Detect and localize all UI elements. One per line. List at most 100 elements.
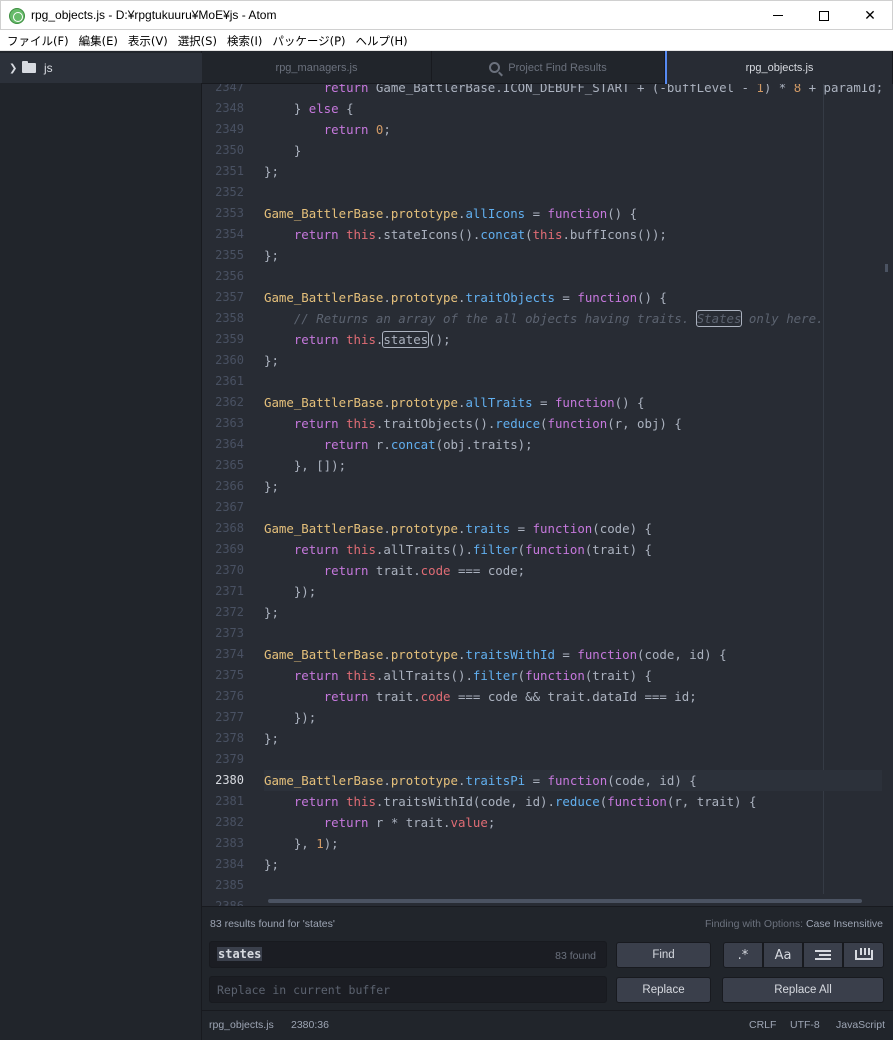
close-button[interactable]: ✕ (847, 1, 893, 30)
code-line[interactable]: 2356 (202, 266, 893, 287)
tab-rpg-objects[interactable]: rpg_objects.js (665, 51, 893, 84)
code-line[interactable]: 2357 Game_BattlerBase.prototype.traitObje… (202, 287, 893, 308)
find-input[interactable]: states 83 found (209, 941, 607, 968)
code-line[interactable]: 2349 return 0; (202, 119, 893, 140)
in-selection-toggle[interactable] (803, 942, 843, 968)
code-line[interactable]: 2367 (202, 497, 893, 518)
code-token: function (547, 773, 608, 788)
code-line[interactable]: 2378}; (202, 728, 893, 749)
code-line[interactable]: 2363 return this.traitObjects().reduce(f… (202, 413, 893, 434)
code-line[interactable]: 2371 }); (202, 581, 893, 602)
code-line[interactable]: 2348 } else { (202, 98, 893, 119)
code-line[interactable]: 2350 } (202, 140, 893, 161)
line-number: 2367 (215, 500, 244, 514)
menu-selection[interactable]: 選択(S) (173, 30, 222, 50)
code-line[interactable]: 2379 (202, 749, 893, 770)
code-line[interactable]: 2361 (202, 371, 893, 392)
status-cursor-position[interactable]: 2380:36 (291, 1019, 329, 1031)
status-line-ending[interactable]: CRLF (749, 1019, 776, 1031)
menu-packages[interactable]: パッケージ(P) (267, 30, 350, 50)
folder-icon (22, 61, 36, 73)
code-line[interactable]: 2382 return r * trait.value; (202, 812, 893, 833)
code-token: () { (614, 395, 645, 410)
tree-root-folder[interactable]: ❯ js (0, 53, 202, 83)
code-line[interactable]: 2352 (202, 182, 893, 203)
menu-view[interactable]: 表示(V) (123, 30, 173, 50)
code-line[interactable]: 2377 }); (202, 707, 893, 728)
code-line[interactable]: 2362 Game_BattlerBase.prototype.allTraits… (202, 392, 893, 413)
regex-toggle[interactable]: .* (723, 942, 763, 968)
search-match: states (382, 331, 430, 348)
code-line[interactable]: 2372}; (202, 602, 893, 623)
code-token: r. (368, 437, 391, 452)
code-line[interactable]: 2374 Game_BattlerBase.prototype.traitsWit… (202, 644, 893, 665)
replace-all-button[interactable]: Replace All (722, 977, 884, 1003)
code-line[interactable]: 2353 Game_BattlerBase.prototype.allIcons … (202, 203, 893, 224)
selection-icon (815, 950, 831, 960)
code-line[interactable]: 2369 return this.allTraits().filter(func… (202, 539, 893, 560)
code-line[interactable]: 2386 (202, 896, 893, 906)
code-line-current[interactable]: 2380 Game_BattlerBase.prototype.traitsPi … (202, 770, 893, 791)
menu-edit[interactable]: 編集(E) (74, 30, 123, 50)
code-line[interactable]: 2381 return this.traitsWithId(code, id).… (202, 791, 893, 812)
code-line[interactable]: 2347 return Game_BattlerBase.ICON_DEBUFF… (202, 84, 893, 98)
code-token: return (293, 794, 339, 809)
code-text: return this.states(); (264, 329, 451, 350)
status-encoding[interactable]: UTF-8 (790, 1019, 820, 1031)
code-editor[interactable]: 2347 return Game_BattlerBase.ICON_DEBUFF… (202, 84, 893, 906)
code-token: concat (480, 227, 526, 242)
minimize-button[interactable] (755, 1, 801, 30)
menu-help[interactable]: ヘルプ(H) (351, 30, 413, 50)
code-line[interactable]: 2359 return this.states(); (202, 329, 893, 350)
code-line[interactable]: 2376 return trait.code === code && trait… (202, 686, 893, 707)
line-number: 2384 (215, 857, 244, 871)
code-token: }; (264, 857, 279, 872)
menu-find[interactable]: 検索(I) (222, 30, 267, 50)
code-line[interactable]: 2375 return this.allTraits().filter(func… (202, 665, 893, 686)
line-number: 2386 (215, 899, 244, 906)
code-token: .traitsWithId(code, id). (375, 794, 555, 809)
code-line[interactable]: 2365 }, []); (202, 455, 893, 476)
code-line[interactable]: 2355}; (202, 245, 893, 266)
code-line[interactable]: 2351}; (202, 161, 893, 182)
code-line[interactable]: 2373 (202, 623, 893, 644)
code-line[interactable]: 2370 return trait.code === code; (202, 560, 893, 581)
code-text: Game_BattlerBase.prototype.allTraits = f… (264, 392, 645, 413)
whole-word-toggle[interactable] (843, 942, 884, 968)
case-sensitive-toggle[interactable]: Aa (763, 942, 803, 968)
status-grammar[interactable]: JavaScript (836, 1019, 885, 1031)
find-options-summary: Finding with Options: Case Insensitive (705, 918, 883, 930)
status-file-name[interactable]: rpg_objects.js (209, 1019, 274, 1031)
maximize-button[interactable] (801, 1, 847, 30)
code-line[interactable]: 2384}; (202, 854, 893, 875)
code-line[interactable]: 2358 // Returns an array of the all obje… (202, 308, 893, 329)
code-text: Game_BattlerBase.prototype.traits = func… (264, 518, 652, 539)
line-number: 2349 (215, 122, 244, 136)
line-number: 2365 (215, 458, 244, 472)
replace-input[interactable]: Replace in current buffer (209, 976, 607, 1003)
code-token: () { (607, 206, 638, 221)
code-line[interactable]: 2385 (202, 875, 893, 896)
code-token: function (547, 416, 608, 431)
tab-rpg-managers[interactable]: rpg_managers.js (202, 51, 432, 84)
line-number: 2380 (215, 773, 244, 787)
code-line[interactable]: 2368 Game_BattlerBase.prototype.traits = … (202, 518, 893, 539)
line-number: 2383 (215, 836, 244, 850)
code-line[interactable]: 2383 }, 1); (202, 833, 893, 854)
code-text: return this.traitObjects().reduce(functi… (264, 413, 682, 434)
line-number: 2379 (215, 752, 244, 766)
code-line[interactable]: 2360}; (202, 350, 893, 371)
replace-button[interactable]: Replace (616, 977, 711, 1003)
code-line[interactable]: 2366}; (202, 476, 893, 497)
code-line[interactable]: 2354 return this.stateIcons().concat(thi… (202, 224, 893, 245)
minimize-icon (773, 15, 783, 16)
code-line[interactable]: 2364 return r.concat(obj.traits); (202, 434, 893, 455)
find-button[interactable]: Find (616, 942, 711, 968)
code-token: (trait) { (584, 668, 652, 683)
menu-file[interactable]: ファイル(F) (2, 30, 74, 50)
tab-project-find-results[interactable]: Project Find Results (432, 51, 665, 84)
code-token: return (293, 332, 339, 347)
